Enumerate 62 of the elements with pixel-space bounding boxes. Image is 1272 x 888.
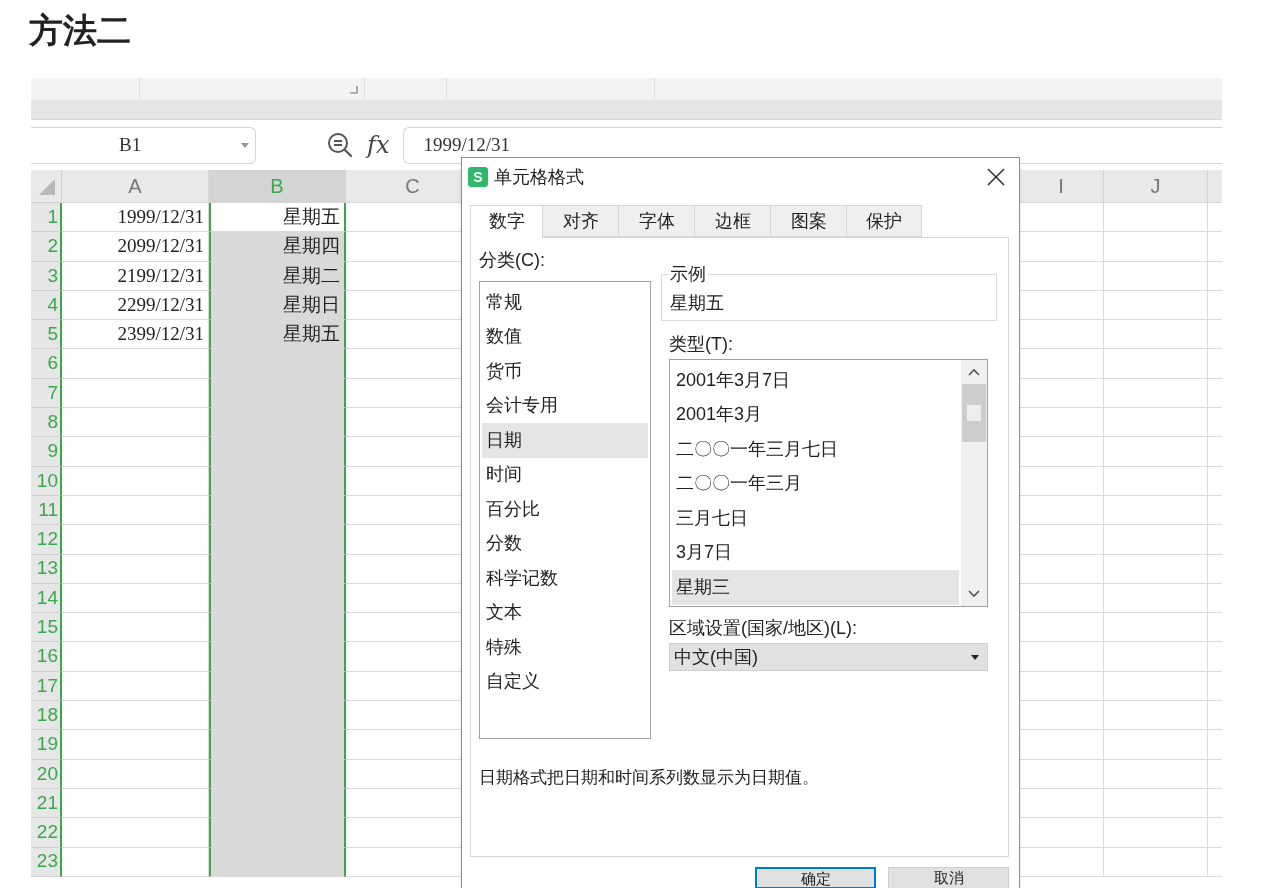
list-item[interactable]: 2001年3月 (672, 397, 959, 432)
tab[interactable]: 边框 (695, 205, 771, 237)
table-cell: 1999/12/31 (62, 203, 209, 233)
dialog-button[interactable]: 确定 (755, 867, 876, 888)
list-item[interactable]: 二〇〇一年三月 (672, 466, 959, 501)
corner-mark-icon (350, 86, 358, 94)
field-label: 区域设置(国家/地区)(L): (669, 617, 857, 640)
chevron-up-icon[interactable] (968, 368, 980, 376)
column-header[interactable]: J (1104, 170, 1208, 203)
type-list[interactable]: 2001年3月7日 2001年3月 二〇〇一年三月七日 二〇〇一年三月 三月七日 3月7日 星期三 (669, 359, 988, 607)
table-cell: 2299/12/31 (62, 290, 209, 321)
caret-icon[interactable] (971, 654, 979, 660)
list-item[interactable]: 货币 (482, 354, 648, 389)
list-item[interactable]: 时间 (482, 457, 648, 492)
list-item[interactable]: 会计专用 (482, 388, 648, 423)
heading: 方法二 (29, 10, 131, 51)
list-item[interactable]: 科学记数 (482, 561, 648, 596)
field-label: 类型(T): (669, 333, 733, 356)
list-item[interactable]: 3月7日 (672, 535, 959, 570)
name-box[interactable]: B1 (31, 126, 256, 164)
list-item[interactable]: 自定义 (482, 664, 648, 699)
table-cell: 星期五 (209, 320, 346, 350)
field-label: 分类(C): (479, 249, 545, 272)
table-cell: 星期五 (209, 203, 346, 233)
list-item[interactable]: 特殊 (482, 630, 648, 665)
table-cell: 2399/12/31 (62, 320, 209, 350)
tab[interactable]: 图案 (771, 205, 847, 237)
dialog-button[interactable]: 取消 (888, 867, 1009, 888)
list-item[interactable]: 2001年3月7日 (672, 363, 959, 398)
column-header[interactable]: A (62, 170, 209, 203)
sample-label: 示例 (669, 263, 707, 286)
magnifier-icon[interactable] (327, 132, 353, 158)
list-item[interactable]: 数值 (482, 319, 648, 354)
tab[interactable]: 数字 (470, 205, 543, 238)
sample-value: 星期五 (670, 292, 725, 315)
description-text: 日期格式把日期和时间系列数显示为日期值。 (479, 767, 820, 789)
scrollbar[interactable] (961, 360, 987, 606)
list-item[interactable]: 三月七日 (672, 501, 959, 536)
tab[interactable]: 保护 (847, 205, 922, 237)
list-item[interactable]: 文本 (482, 595, 648, 630)
column-header[interactable]: I (1019, 170, 1104, 203)
table-cell: 星期四 (209, 232, 346, 262)
close-icon[interactable] (987, 168, 1005, 186)
tab[interactable]: 对齐 (543, 205, 619, 237)
list-item[interactable]: 百分比 (482, 492, 648, 527)
table-cell: 2199/12/31 (62, 261, 209, 291)
locale-select[interactable]: 中文(中国) (669, 643, 988, 671)
chevron-down-icon[interactable] (968, 590, 980, 598)
table-cell: 2099/12/31 (62, 232, 209, 262)
table-cell: 星期日 (209, 290, 346, 321)
list-item[interactable]: 星期三 (672, 570, 959, 605)
dialog-title: 单元格格式 (494, 165, 584, 189)
table-cell: 星期二 (209, 261, 346, 291)
list-item[interactable]: 分数 (482, 526, 648, 561)
app-badge: S (468, 167, 488, 187)
list-item[interactable]: 日期 (482, 423, 648, 458)
scrollbar-thumb[interactable] (962, 384, 986, 442)
tab[interactable]: 字体 (619, 205, 695, 237)
function-label[interactable]: fx (367, 127, 390, 163)
list-item[interactable]: 常规 (482, 285, 648, 320)
list-item[interactable]: 二〇〇一年三月七日 (672, 432, 959, 467)
category-list[interactable]: 常规 数值 货币 会计专用 日期 时间 百分比 分数 科学记数 文本 特殊 自定义 (479, 281, 651, 739)
